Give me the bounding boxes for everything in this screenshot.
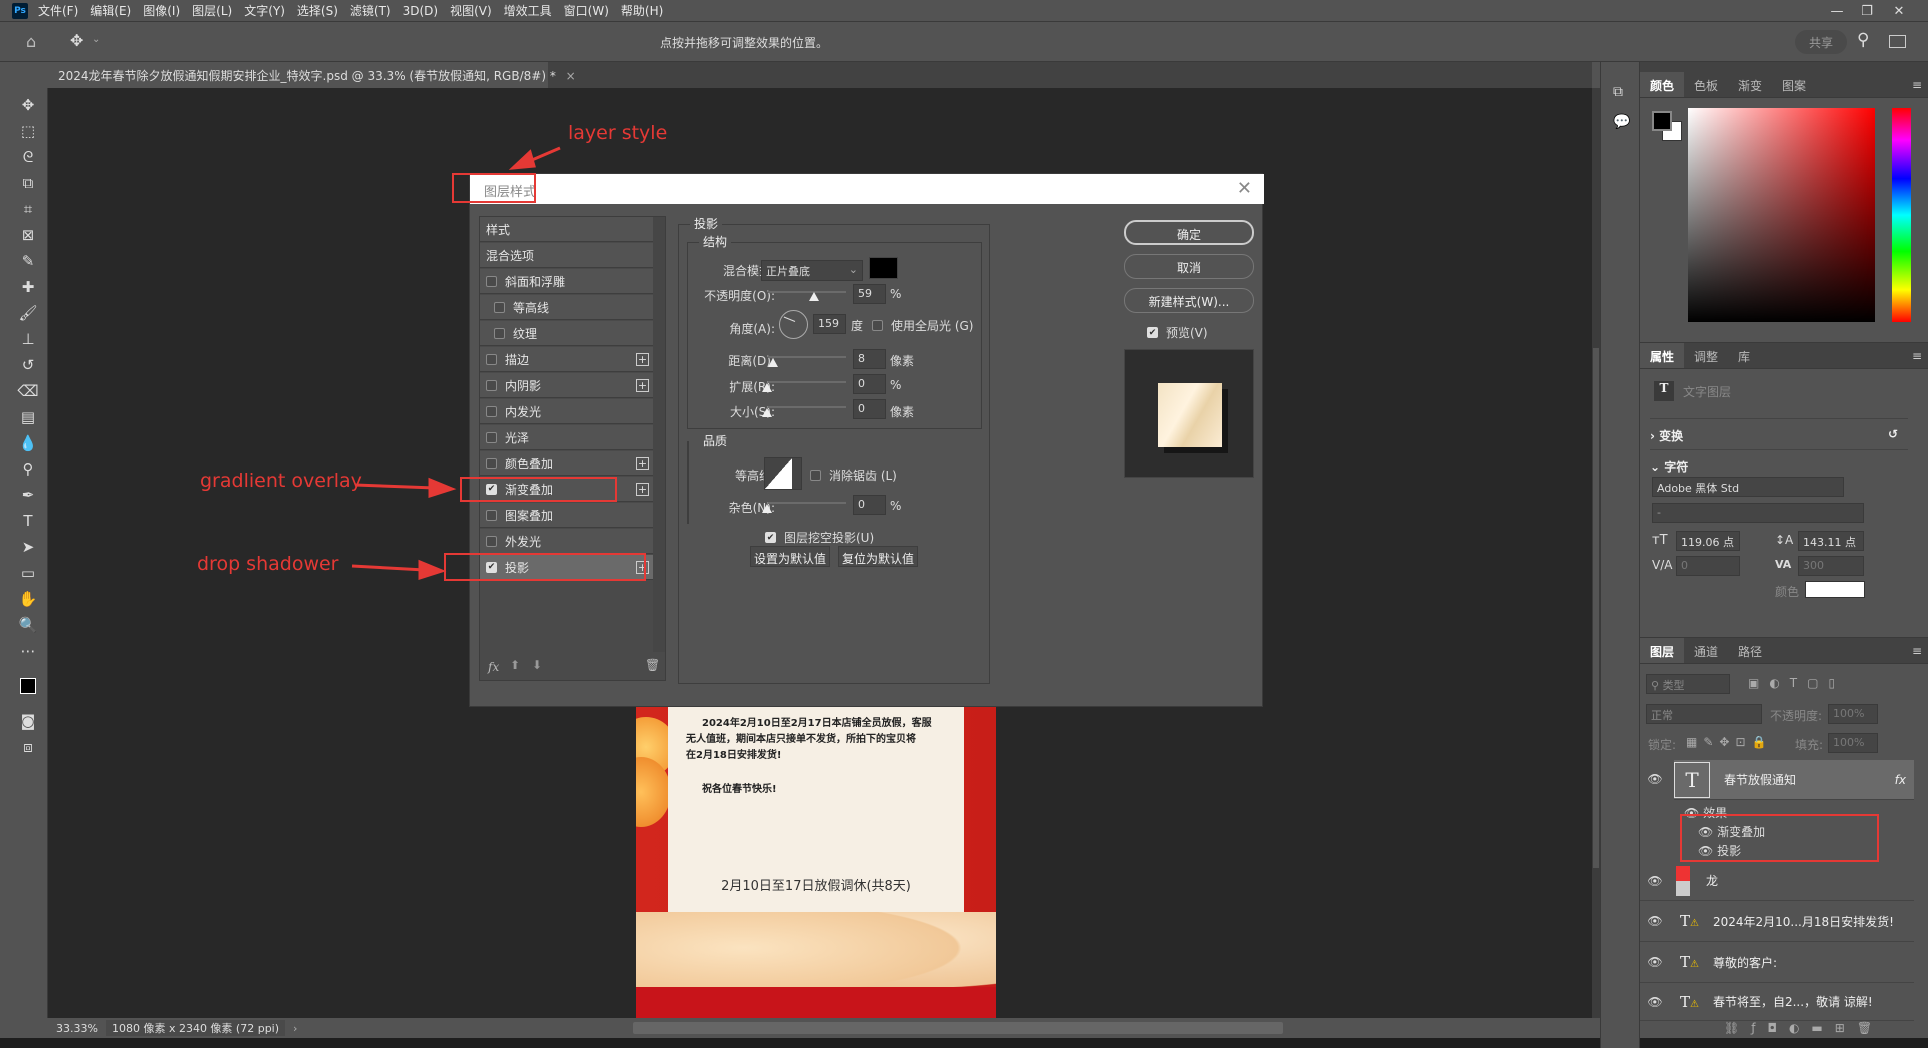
arrowhead [508, 149, 536, 170]
arrow-gradient-overlay [354, 483, 436, 490]
arrow-drop-shadow [351, 564, 426, 572]
arrowhead [428, 477, 457, 499]
arrowhead [418, 559, 447, 581]
annotation-arrows [351, 146, 561, 581]
